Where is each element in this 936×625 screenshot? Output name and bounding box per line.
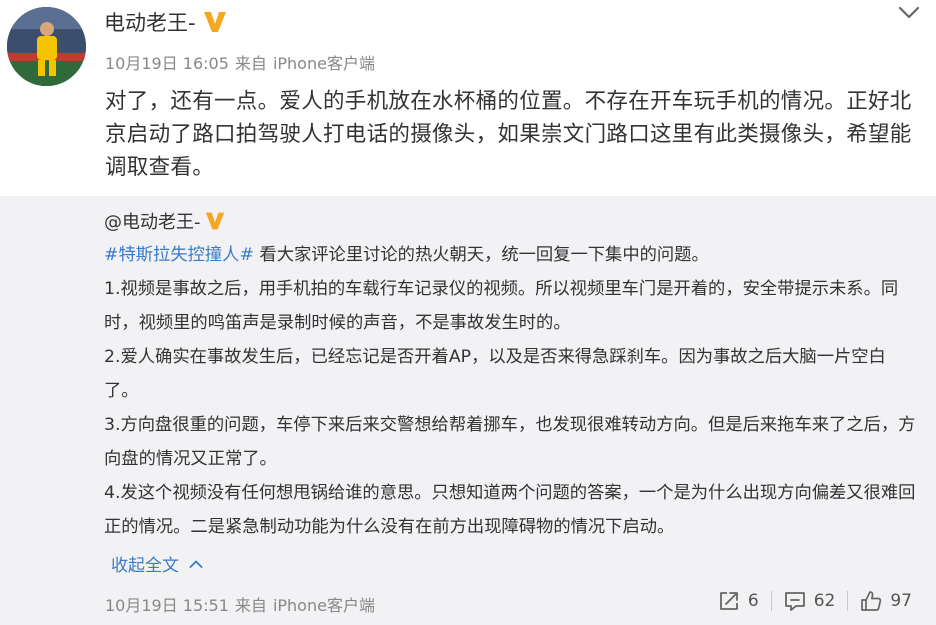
repost-source-prefix: 来自 — [234, 596, 267, 615]
original-author-name[interactable]: @电动老王- — [104, 208, 201, 234]
weibo-post: 电动老王- 10月19日 16:05 来自 iPhone客户端 对了，还有一点。… — [0, 0, 936, 196]
comment-icon — [784, 592, 805, 611]
chevron-down-icon[interactable] — [898, 6, 920, 20]
repost-date[interactable]: 10月19日 15:51 — [105, 592, 229, 616]
repost-intro-text: 看大家评论里讨论的热火朝天，统一回复一下集中的问题。 — [253, 245, 709, 265]
avatar[interactable] — [7, 7, 86, 86]
repost-source: iPhone客户端 — [272, 596, 375, 615]
repost-meta: 10月19日 15:51 来自 iPhone客户端 — [105, 592, 375, 616]
collapse-label: 收起全文 — [111, 556, 179, 576]
verified-v-icon — [203, 12, 226, 32]
comment-button[interactable]: 62 — [772, 590, 848, 612]
repost-paragraph: 3.方向盘很重的问题，车停下来后来交警想给帮着挪车，也发现很难转动方向。但是后来… — [104, 415, 916, 469]
collapse-full-text-link[interactable]: 收起全文 — [111, 551, 203, 576]
repost-paragraph: 4.发这个视频没有任何想甩锅给谁的意思。只想知道两个问题的答案，一个是为什么出现… — [104, 483, 916, 537]
comment-count: 62 — [813, 591, 836, 611]
chevron-up-icon — [189, 560, 203, 568]
action-bar: 6 62 97 — [706, 588, 924, 614]
repost-button[interactable]: 6 — [706, 590, 771, 612]
repost-paragraph: 2.爱人确实在事故发生后，已经忘记是否开着AP，以及是否来得急踩刹车。因为事故之… — [104, 347, 886, 401]
repost-count: 6 — [747, 591, 759, 611]
post-source: iPhone客户端 — [272, 54, 375, 73]
repost-paragraph: 1.视频是事故之后，用手机拍的车载行车记录仪的视频。所以视频里车门是开着的，安全… — [104, 279, 899, 333]
post-author-name[interactable]: 电动老王- — [104, 7, 196, 37]
verified-v-icon — [205, 212, 224, 230]
share-icon — [719, 592, 738, 610]
hashtag-link[interactable]: #特斯拉失控撞人# — [104, 245, 254, 265]
repost-intro: #特斯拉失控撞人# 看大家评论里讨论的热火朝天，统一回复一下集中的问题。 — [104, 238, 920, 272]
like-button[interactable]: 97 — [848, 590, 924, 612]
post-meta: 10月19日 16:05 来自 iPhone客户端 — [105, 50, 375, 74]
post-text: 对了，还有一点。爱人的手机放在水杯桶的位置。不存在开车玩手机的情况。正好北京启动… — [105, 89, 912, 180]
original-author-row: @电动老王- — [104, 208, 226, 234]
post-author-row: 电动老王- — [104, 8, 228, 36]
thumbs-up-icon — [861, 591, 882, 611]
like-count: 97 — [890, 591, 912, 611]
repost-body: #特斯拉失控撞人# 看大家评论里讨论的热火朝天，统一回复一下集中的问题。 1.视… — [104, 238, 920, 544]
reposted-content: @电动老王- #特斯拉失控撞人# 看大家评论里讨论的热火朝天，统一回复一下集中的… — [0, 196, 936, 625]
post-source-prefix: 来自 — [234, 54, 267, 73]
post-date[interactable]: 10月19日 16:05 — [105, 50, 229, 74]
